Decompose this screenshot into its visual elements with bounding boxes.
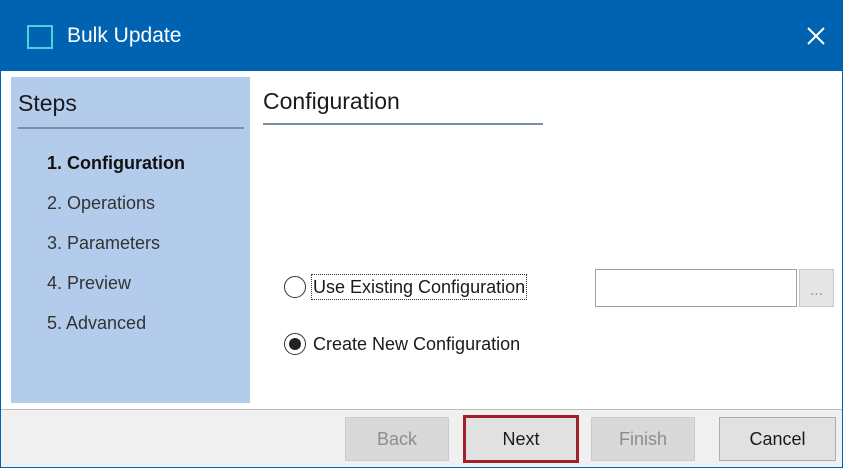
step-parameters: 3. Parameters (47, 233, 161, 253)
window-title: Bulk Update (67, 24, 182, 47)
steps-divider (18, 127, 244, 129)
browse-button[interactable]: ... (799, 269, 834, 307)
dialog-content: Steps 1. Configuration 2. Operations 3. … (1, 71, 842, 409)
close-button[interactable] (790, 1, 842, 71)
title-bar: Bulk Update (1, 1, 842, 71)
page-title: Configuration (263, 88, 400, 114)
footer-divider (1, 409, 842, 410)
step-advanced: 5. Advanced (47, 313, 147, 333)
window-icon (27, 25, 53, 49)
close-icon (807, 27, 825, 45)
steps-list: 1. Configuration 2. Operations 3. Parame… (47, 153, 185, 353)
use-existing-option[interactable]: Use Existing Configuration (284, 274, 528, 300)
radio-selected-dot (289, 338, 301, 350)
step-operations: 2. Operations (47, 193, 156, 213)
create-new-label[interactable]: Create New Configuration (313, 333, 520, 355)
back-button[interactable]: Back (345, 417, 449, 461)
step-preview: 4. Preview (47, 273, 132, 293)
finish-button[interactable]: Finish (591, 417, 695, 461)
existing-config-path-input[interactable] (595, 269, 797, 307)
title-divider (263, 123, 543, 125)
create-new-radio[interactable] (284, 333, 306, 355)
next-button[interactable]: Next (463, 415, 579, 463)
steps-header: Steps (18, 90, 77, 116)
step-configuration: 1. Configuration (47, 153, 185, 173)
bulk-update-dialog: Bulk Update Steps 1. Configuration 2. Op… (0, 0, 843, 468)
create-new-option[interactable]: Create New Configuration (284, 333, 520, 355)
use-existing-radio[interactable] (284, 276, 306, 298)
use-existing-label[interactable]: Use Existing Configuration (310, 274, 528, 300)
cancel-button[interactable]: Cancel (719, 417, 836, 461)
steps-panel: Steps 1. Configuration 2. Operations 3. … (11, 77, 250, 403)
